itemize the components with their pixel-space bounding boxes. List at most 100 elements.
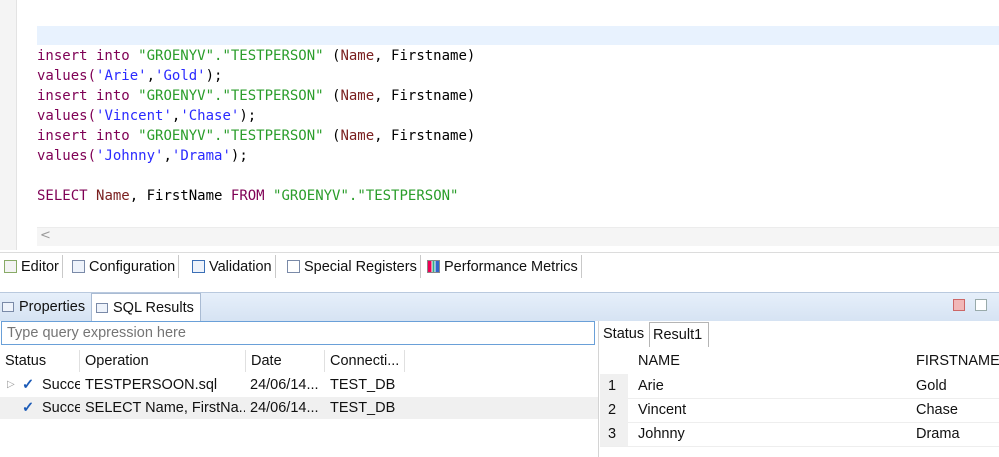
sql-code[interactable]: insert into "GROENYV"."TESTPERSON" (Name… — [37, 46, 475, 206]
history-col-operation[interactable]: Operation — [80, 350, 246, 372]
code-line[interactable]: values('Arie','Gold'); — [37, 66, 475, 86]
code-token: "GROENYV"."TESTPERSON" — [273, 188, 459, 204]
tab-performance-metrics-label: Performance Metrics — [444, 258, 578, 275]
code-line[interactable]: SELECT Name, FirstName FROM "GROENYV"."T… — [37, 186, 475, 206]
result-row[interactable]: 1 Arie Gold — [600, 374, 999, 399]
validation-icon — [192, 260, 205, 273]
current-line-highlight — [37, 26, 999, 45]
history-date: 24/06/14... — [250, 400, 319, 416]
code-token: Name — [96, 188, 130, 204]
table-row[interactable]: ✓ Succe SELECT Name, FirstNa... 24/06/14… — [0, 397, 598, 419]
clear-results-icon[interactable] — [975, 299, 987, 311]
code-token: values( — [37, 148, 97, 164]
tab-validation[interactable]: Validation — [192, 255, 276, 278]
code-token: , — [146, 68, 156, 84]
code-token: 'Vincent' — [96, 108, 172, 124]
code-token: , Firstname) — [374, 128, 476, 144]
history-col-date[interactable]: Date — [246, 350, 325, 372]
code-token: , Firstname) — [374, 48, 476, 64]
row-number: 2 — [600, 398, 628, 422]
tab-validation-label: Validation — [209, 258, 272, 275]
success-check-icon: ✓ — [22, 377, 35, 393]
code-token: ); — [239, 108, 257, 124]
code-token: , FirstName — [129, 188, 231, 204]
tab-configuration[interactable]: Configuration — [72, 255, 180, 278]
code-token: 'Chase' — [180, 108, 240, 124]
code-token: SELECT — [37, 188, 97, 204]
tab-properties-label: Properties — [19, 299, 86, 315]
horizontal-scrollbar[interactable] — [37, 227, 999, 246]
expand-arrow-icon[interactable]: ▷ — [7, 374, 15, 396]
success-check-icon: ✓ — [22, 400, 35, 416]
code-token: , — [163, 148, 172, 164]
result-name[interactable]: Arie — [638, 374, 664, 398]
code-token: ( — [323, 88, 341, 104]
code-token: ); — [205, 68, 223, 84]
tab-special-registers-label: Special Registers — [304, 258, 417, 275]
code-line[interactable]: values('Vincent','Chase'); — [37, 106, 475, 126]
code-token: insert into — [37, 88, 139, 104]
sql-file-icon — [4, 260, 17, 273]
tab-sql-results-label: SQL Results — [113, 299, 194, 316]
result-name[interactable]: Johnny — [638, 422, 685, 446]
tab-configuration-label: Configuration — [89, 258, 176, 275]
code-token: , Firstname) — [374, 88, 476, 104]
result-row[interactable]: 3 Johnny Drama — [600, 422, 999, 447]
code-token: "GROENYV"."TESTPERSON" — [138, 128, 324, 144]
tab-performance-metrics[interactable]: Performance Metrics — [427, 255, 582, 278]
code-token: ( — [323, 128, 341, 144]
result-col-name[interactable]: NAME — [638, 350, 680, 372]
result-row[interactable]: 2 Vincent Chase — [600, 398, 999, 423]
tab-sql-results[interactable]: SQL Results — [91, 293, 201, 321]
code-token: Name — [340, 48, 375, 64]
code-token: "GROENYV"."TESTPERSON" — [138, 88, 324, 104]
tab-editor[interactable]: Editor — [4, 255, 63, 278]
code-line[interactable]: values('Johnny','Drama'); — [37, 146, 475, 166]
sql-editor[interactable]: insert into "GROENYV"."TESTPERSON" (Name… — [0, 0, 999, 250]
code-token: ); — [230, 148, 248, 164]
result-name[interactable]: Vincent — [638, 398, 686, 422]
result-col-firstname[interactable]: FIRSTNAME — [916, 350, 999, 372]
results-grid-icon — [96, 302, 108, 313]
code-token: 'Arie' — [96, 68, 147, 84]
code-token: insert into — [37, 48, 139, 64]
history-date: 24/06/14... — [250, 377, 319, 393]
code-token: 'Drama' — [171, 148, 231, 164]
history-connection: TEST_DB — [330, 377, 396, 393]
history-col-connection[interactable]: Connecti... — [325, 350, 405, 372]
code-token: FROM — [230, 188, 274, 204]
query-expression-input[interactable] — [1, 321, 595, 345]
code-line[interactable]: insert into "GROENYV"."TESTPERSON" (Name… — [37, 46, 475, 66]
bar-chart-icon — [427, 260, 440, 273]
history-operation: SELECT Name, FirstNa... — [85, 400, 245, 416]
result-firstname[interactable]: Gold — [916, 374, 947, 398]
tab-special-registers[interactable]: Special Registers — [287, 255, 421, 278]
tab-status[interactable]: Status — [603, 322, 644, 346]
history-connection: TEST_DB — [330, 400, 396, 416]
code-line[interactable] — [37, 166, 475, 186]
code-line[interactable]: insert into "GROENYV"."TESTPERSON" (Name… — [37, 126, 475, 146]
editor-tabs: Editor Configuration Validation Special … — [0, 252, 999, 280]
row-number: 1 — [600, 374, 628, 398]
result-firstname[interactable]: Chase — [916, 398, 958, 422]
document-icon — [72, 260, 85, 273]
history-status: Succe — [42, 377, 80, 393]
properties-icon — [2, 302, 14, 312]
history-status: Succe — [42, 400, 80, 416]
code-token: values( — [37, 108, 97, 124]
code-line[interactable]: insert into "GROENYV"."TESTPERSON" (Name… — [37, 86, 475, 106]
stop-icon[interactable] — [953, 299, 965, 311]
code-token: Name — [340, 128, 375, 144]
history-col-status[interactable]: Status — [0, 350, 80, 372]
scroll-left-icon[interactable]: < — [40, 227, 51, 245]
view-tab-strip: Properties SQL Results — [0, 292, 999, 321]
result-firstname[interactable]: Drama — [916, 422, 960, 446]
tab-properties[interactable]: Properties — [2, 293, 85, 321]
registers-icon — [287, 260, 300, 273]
code-token: 'Johnny' — [96, 148, 164, 164]
tab-result1[interactable]: Result1 — [649, 322, 709, 347]
table-row[interactable]: ▷ ✓ Succe TESTPERSOON.sql 24/06/14... TE… — [0, 374, 598, 396]
row-number: 3 — [600, 422, 628, 446]
tab-editor-label: Editor — [21, 258, 59, 275]
code-token: Name — [340, 88, 375, 104]
